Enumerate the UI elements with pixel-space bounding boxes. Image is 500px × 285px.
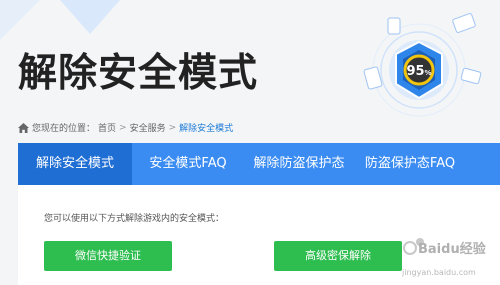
shield-icon: [363, 13, 482, 117]
breadcrumb: 您现在的位置： 首页 > 安全服务 > 解除安全模式: [18, 121, 233, 134]
watermark-text: Baidu经验: [418, 242, 486, 257]
breadcrumb-separator: >: [168, 122, 177, 133]
advanced-security-unlock-button[interactable]: 高级密保解除: [274, 241, 402, 271]
breadcrumb-link-home[interactable]: 首页: [98, 121, 116, 134]
breadcrumb-current: 解除安全模式: [179, 124, 234, 134]
tab-anti-theft-faq[interactable]: 防盗保护态FAQ: [354, 143, 466, 185]
tab-unlock-safe-mode[interactable]: 解除安全模式: [18, 143, 132, 185]
instruction-text: 您可以使用以下方式解除游戏内的安全模式：: [44, 214, 225, 224]
wechat-verify-button[interactable]: 微信快捷验证: [44, 241, 172, 271]
breadcrumb-prefix: 您现在的位置：: [32, 124, 96, 134]
security-score: 95%: [406, 64, 432, 79]
tab-unlock-anti-theft[interactable]: 解除防盗保护态: [244, 143, 354, 185]
background-decoration: [0, 0, 40, 40]
watermark-url: jingyan.baidu.com: [402, 268, 476, 277]
security-score-graphic: 95%: [336, 8, 500, 118]
tab-bar: 解除安全模式 安全模式FAQ 解除防盗保护态 防盗保护态FAQ: [18, 143, 500, 185]
breadcrumb-separator: >: [119, 122, 127, 133]
tab-safe-mode-faq[interactable]: 安全模式FAQ: [132, 143, 244, 185]
background-decoration: [60, 0, 120, 34]
breadcrumb-link-security[interactable]: 安全服务: [130, 121, 166, 134]
home-icon: [18, 122, 29, 133]
page-title: 解除安全模式: [18, 51, 259, 96]
